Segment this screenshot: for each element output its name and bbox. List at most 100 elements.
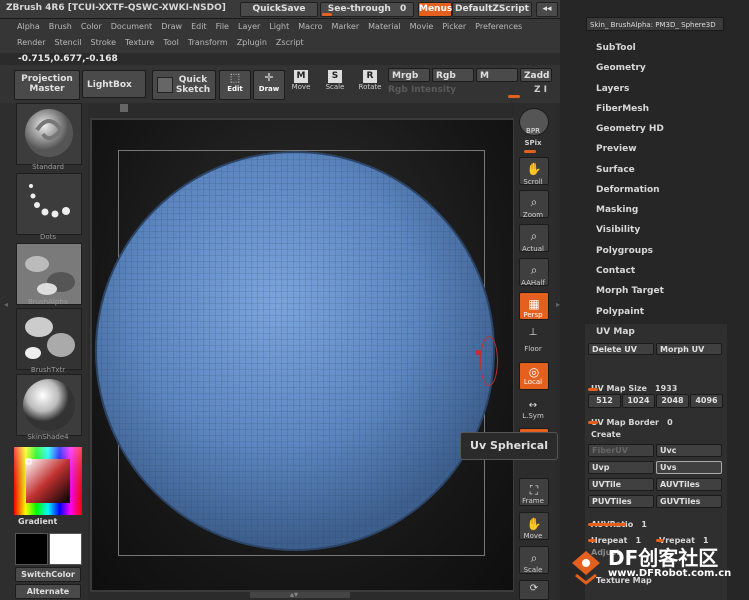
uvc-button[interactable]: Uvc bbox=[656, 444, 722, 457]
uv-size-2048-button[interactable]: 2048 bbox=[656, 394, 689, 408]
canvas-scroll-handle[interactable] bbox=[120, 104, 128, 112]
floor-button[interactable]: ⊥ bbox=[519, 327, 547, 343]
draw-label: Draw bbox=[258, 85, 280, 93]
menu-material[interactable]: Material bbox=[368, 22, 401, 31]
brush-alpha-thumb[interactable] bbox=[16, 243, 82, 305]
uv-map-title[interactable]: UV Map bbox=[596, 327, 635, 337]
geometry-hd-menu[interactable]: Geometry HD bbox=[596, 124, 664, 134]
uv-spherical-tooltip: Uv Spherical bbox=[460, 432, 558, 460]
transpose-gizmo[interactable] bbox=[480, 336, 498, 386]
stroke-dots-thumb[interactable] bbox=[16, 173, 82, 235]
m-button[interactable]: M bbox=[476, 68, 518, 82]
current-tool-header[interactable]: Skin_ BrushAlpha: PM3D_ Sphere3D bbox=[586, 17, 724, 31]
scale-button[interactable]: S Scale bbox=[321, 70, 349, 98]
see-through-slider[interactable]: See-through 0 bbox=[320, 2, 414, 17]
puvtiles-button[interactable]: PUVTiles bbox=[588, 495, 654, 508]
polygroups-menu[interactable]: Polygroups bbox=[596, 246, 653, 256]
create-title[interactable]: Create bbox=[591, 430, 621, 439]
material-thumb[interactable] bbox=[16, 374, 82, 436]
menu-file[interactable]: File bbox=[216, 22, 229, 31]
projection-master-button[interactable]: Projection Master bbox=[14, 70, 80, 100]
menu-stroke[interactable]: Stroke bbox=[91, 38, 117, 47]
uvs-button[interactable]: Uvs bbox=[656, 461, 722, 474]
quick-sketch-button[interactable]: Quick Sketch bbox=[152, 70, 216, 100]
bottom-arrow-icon[interactable]: ▴▾ bbox=[290, 590, 298, 599]
brush-standard-thumb[interactable] bbox=[16, 103, 82, 165]
menu-color[interactable]: Color bbox=[81, 22, 102, 31]
morph-uv-button[interactable]: Morph UV bbox=[656, 343, 722, 355]
rotate-button[interactable]: R Rotate bbox=[355, 70, 385, 98]
menu-texture[interactable]: Texture bbox=[125, 38, 154, 47]
menu-render[interactable]: Render bbox=[17, 38, 45, 47]
mrgb-button[interactable]: Mrgb bbox=[388, 68, 430, 82]
main-color-swatch[interactable] bbox=[15, 533, 48, 565]
menu-movie[interactable]: Movie bbox=[410, 22, 434, 31]
alternate-button[interactable]: Alternate bbox=[15, 584, 81, 599]
menu-zscript[interactable]: Zscript bbox=[276, 38, 304, 47]
rgb-intensity-slider[interactable]: Rgb Intensity bbox=[388, 85, 518, 97]
preview-menu[interactable]: Preview bbox=[596, 144, 637, 154]
draw-button[interactable]: ✛ Draw bbox=[253, 70, 285, 100]
auvtiles-button[interactable]: AUVTiles bbox=[656, 478, 722, 491]
uvtile-button[interactable]: UVTile bbox=[588, 478, 654, 491]
menu-draw[interactable]: Draw bbox=[161, 22, 182, 31]
contact-menu[interactable]: Contact bbox=[596, 266, 635, 276]
secondary-color-swatch[interactable] bbox=[49, 533, 82, 565]
menu-brush[interactable]: Brush bbox=[49, 22, 72, 31]
menu-edit[interactable]: Edit bbox=[191, 22, 207, 31]
menu-document[interactable]: Document bbox=[111, 22, 152, 31]
edit-button[interactable]: ⬚ Edit bbox=[219, 70, 251, 100]
move-button[interactable]: M Move bbox=[287, 70, 315, 98]
menu-preferences[interactable]: Preferences bbox=[475, 22, 522, 31]
auv-ratio-handle bbox=[588, 523, 626, 526]
menu-picker[interactable]: Picker bbox=[442, 22, 466, 31]
delete-uv-button[interactable]: Delete UV bbox=[588, 343, 654, 355]
menu-zplugin[interactable]: Zplugin bbox=[237, 38, 267, 47]
menu-macro[interactable]: Macro bbox=[298, 22, 322, 31]
fibermesh-menu[interactable]: FiberMesh bbox=[596, 104, 649, 114]
menu-transform[interactable]: Transform bbox=[188, 38, 228, 47]
menus-button[interactable]: Menus bbox=[418, 2, 452, 17]
spix-label[interactable]: SPix bbox=[515, 139, 551, 147]
menu-alpha[interactable]: Alpha bbox=[17, 22, 40, 31]
uv-map-border-slider[interactable]: UV Map Border 0 bbox=[591, 410, 673, 429]
bottom-scroll-bar[interactable] bbox=[250, 592, 350, 598]
uv-size-4096-button[interactable]: 4096 bbox=[690, 394, 723, 408]
brush-texture-thumb[interactable] bbox=[16, 308, 82, 370]
color-picker[interactable] bbox=[14, 447, 82, 515]
lightbox-button[interactable]: LightBox bbox=[82, 70, 146, 98]
prev-icon[interactable]: ◂◂ bbox=[536, 2, 558, 17]
polypaint-menu[interactable]: Polypaint bbox=[596, 307, 644, 317]
gizmo-handle[interactable] bbox=[476, 350, 481, 355]
switch-color-button[interactable]: SwitchColor bbox=[15, 567, 81, 582]
frame-label: Frame bbox=[522, 497, 544, 505]
default-zscript-button[interactable]: DefaultZScript bbox=[452, 2, 532, 17]
visibility-menu[interactable]: Visibility bbox=[596, 225, 640, 235]
uv-size-1024-button[interactable]: 1024 bbox=[622, 394, 655, 408]
menu-marker[interactable]: Marker bbox=[331, 22, 359, 31]
subtool-menu[interactable]: SubTool bbox=[596, 43, 636, 53]
uvp-button[interactable]: Uvp bbox=[588, 461, 654, 474]
geometry-menu[interactable]: Geometry bbox=[596, 63, 646, 73]
menu-tool[interactable]: Tool bbox=[163, 38, 179, 47]
masking-menu[interactable]: Masking bbox=[596, 205, 638, 215]
menu-light[interactable]: Light bbox=[269, 22, 289, 31]
z-intensity-slider[interactable]: Z I bbox=[534, 85, 547, 95]
uv-map-size-slider[interactable]: UV Map Size 1933 bbox=[591, 376, 677, 395]
spix-slider[interactable] bbox=[524, 150, 536, 153]
fiberuv-button[interactable]: FiberUV bbox=[588, 444, 654, 457]
deformation-menu[interactable]: Deformation bbox=[596, 185, 660, 195]
guvtiles-button[interactable]: GUVTiles bbox=[656, 495, 722, 508]
uv-size-512-button[interactable]: 512 bbox=[588, 394, 621, 408]
dots-stroke-icon bbox=[29, 184, 70, 218]
rgb-button[interactable]: Rgb bbox=[432, 68, 474, 82]
zadd-button[interactable]: Zadd bbox=[520, 68, 552, 82]
surface-menu[interactable]: Surface bbox=[596, 165, 635, 175]
rotate-view-button[interactable]: ⟳ bbox=[519, 580, 549, 600]
quicksave-button[interactable]: QuickSave bbox=[240, 2, 318, 17]
left-tray-arrow-icon[interactable]: ◂ bbox=[4, 300, 8, 309]
menu-stencil[interactable]: Stencil bbox=[54, 38, 81, 47]
morph-target-menu[interactable]: Morph Target bbox=[596, 286, 664, 296]
layers-menu[interactable]: Layers bbox=[596, 84, 629, 94]
menu-layer[interactable]: Layer bbox=[238, 22, 260, 31]
